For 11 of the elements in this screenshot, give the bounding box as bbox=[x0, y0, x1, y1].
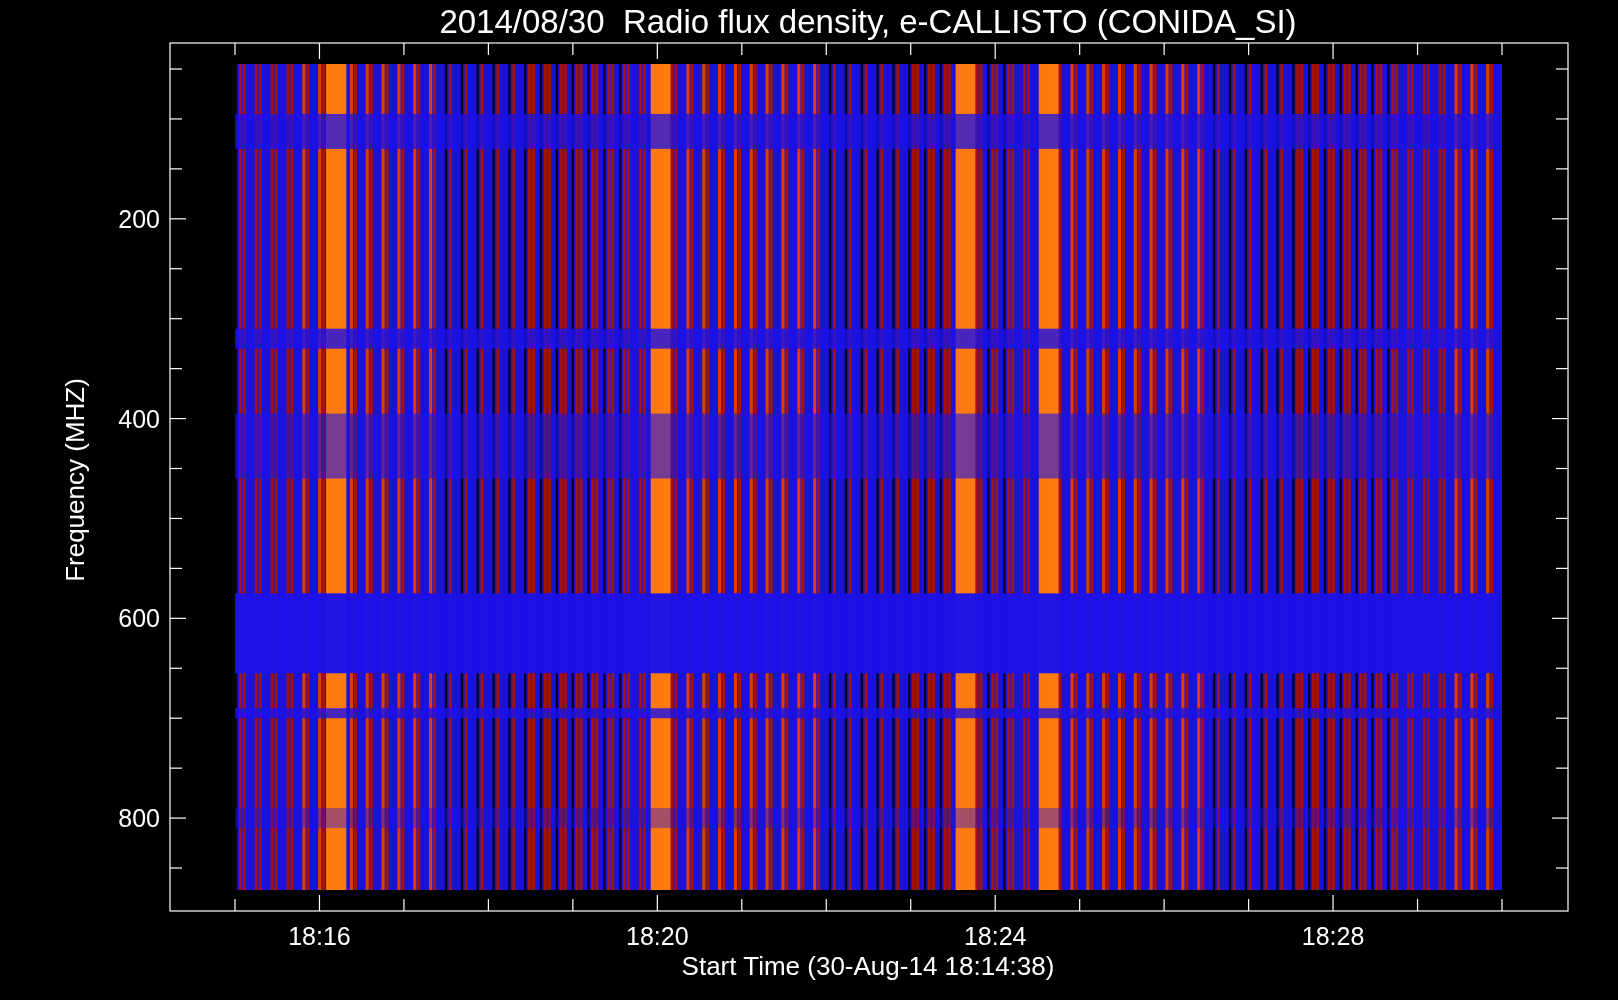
chart-title: 2014/08/30 Radio flux density, e-CALLISTO (CONIDA_SI) bbox=[439, 3, 1297, 40]
tick-label: 18:28 bbox=[1301, 922, 1365, 950]
tick-label: 600 bbox=[118, 604, 160, 633]
tick-label: 200 bbox=[118, 204, 160, 233]
tick-label: 800 bbox=[118, 804, 160, 833]
axis-label: Start Time (30-Aug-14 18:14:38) bbox=[681, 951, 1055, 981]
tick-label: 18:16 bbox=[288, 922, 351, 950]
axis-label: Frequency (MHZ) bbox=[60, 378, 90, 582]
tick-label: 18:20 bbox=[626, 922, 689, 950]
tick-label: 400 bbox=[118, 404, 160, 433]
tick-label: 18:24 bbox=[963, 922, 1027, 950]
